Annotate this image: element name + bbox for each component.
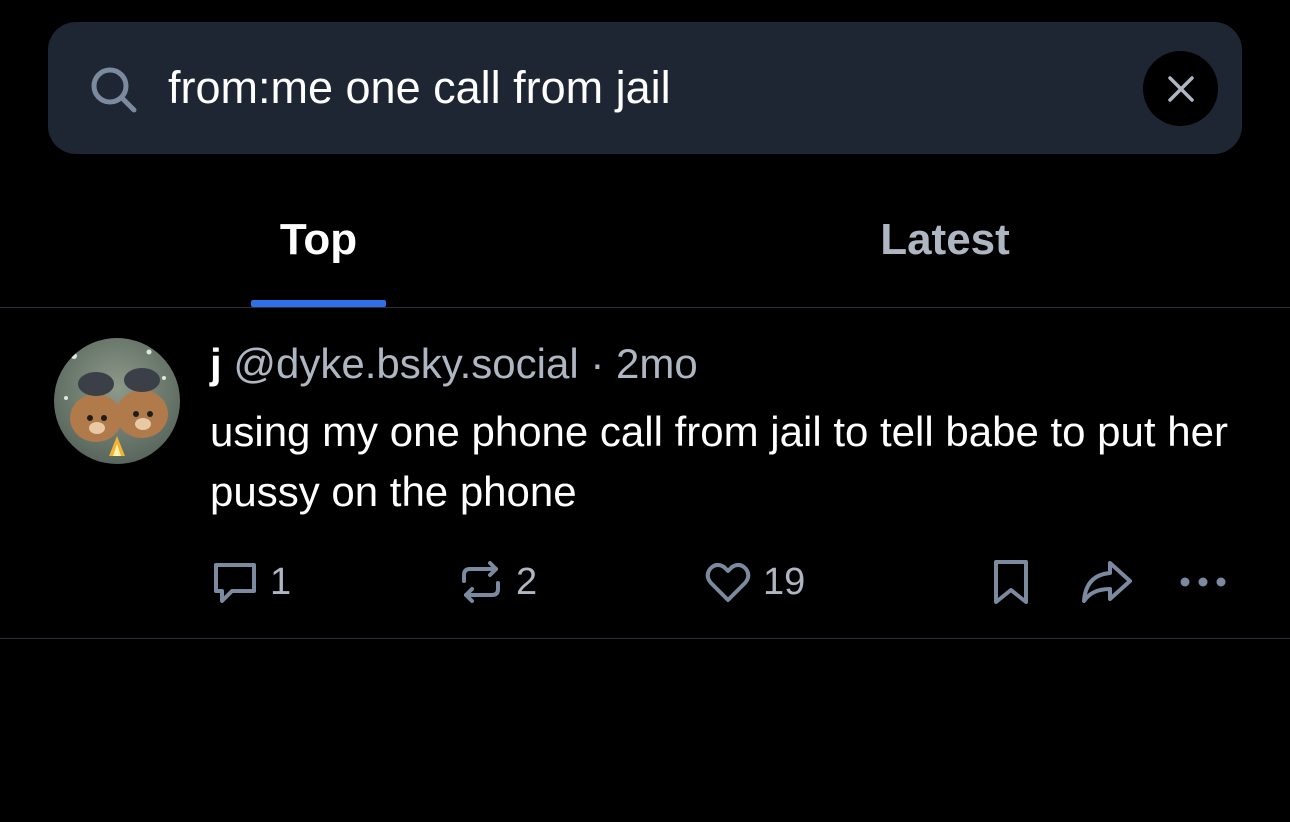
post-time[interactable]: 2mo (616, 340, 698, 387)
like-button[interactable]: 19 (703, 556, 805, 608)
share-icon (1082, 561, 1132, 603)
bookmark-button[interactable] (988, 556, 1034, 608)
clear-search-button[interactable] (1143, 51, 1218, 126)
author-handle[interactable]: @dyke.bsky.social (233, 340, 578, 387)
bookmark-icon (994, 560, 1028, 604)
more-options-button[interactable] (1178, 556, 1228, 608)
avatar[interactable] (54, 338, 180, 464)
tabs-divider (0, 307, 1290, 308)
heart-icon (705, 562, 751, 602)
reply-icon (214, 563, 256, 603)
repost-icon (462, 561, 500, 603)
more-icon (1180, 577, 1226, 587)
reply-count: 1 (270, 561, 292, 603)
post-meta: j @dyke.bsky.social · 2mo (210, 336, 698, 392)
repost-button[interactable]: 2 (456, 556, 537, 608)
reply-button[interactable]: 1 (210, 556, 291, 608)
search-icon (91, 67, 137, 113)
repost-count: 2 (516, 561, 538, 603)
meta-separator: · (590, 340, 605, 387)
close-icon (1167, 75, 1194, 102)
post-text: using my one phone call from jail to tel… (210, 408, 1228, 515)
avatar-image (54, 338, 180, 464)
tab-latest[interactable]: Latest (860, 210, 1030, 270)
search-input[interactable] (168, 58, 1108, 118)
post-divider (0, 638, 1290, 639)
like-count: 19 (763, 561, 806, 603)
share-button[interactable] (1080, 556, 1134, 608)
active-tab-indicator (251, 300, 386, 307)
author-name[interactable]: j (210, 340, 222, 387)
tab-top[interactable]: Top (251, 210, 386, 270)
